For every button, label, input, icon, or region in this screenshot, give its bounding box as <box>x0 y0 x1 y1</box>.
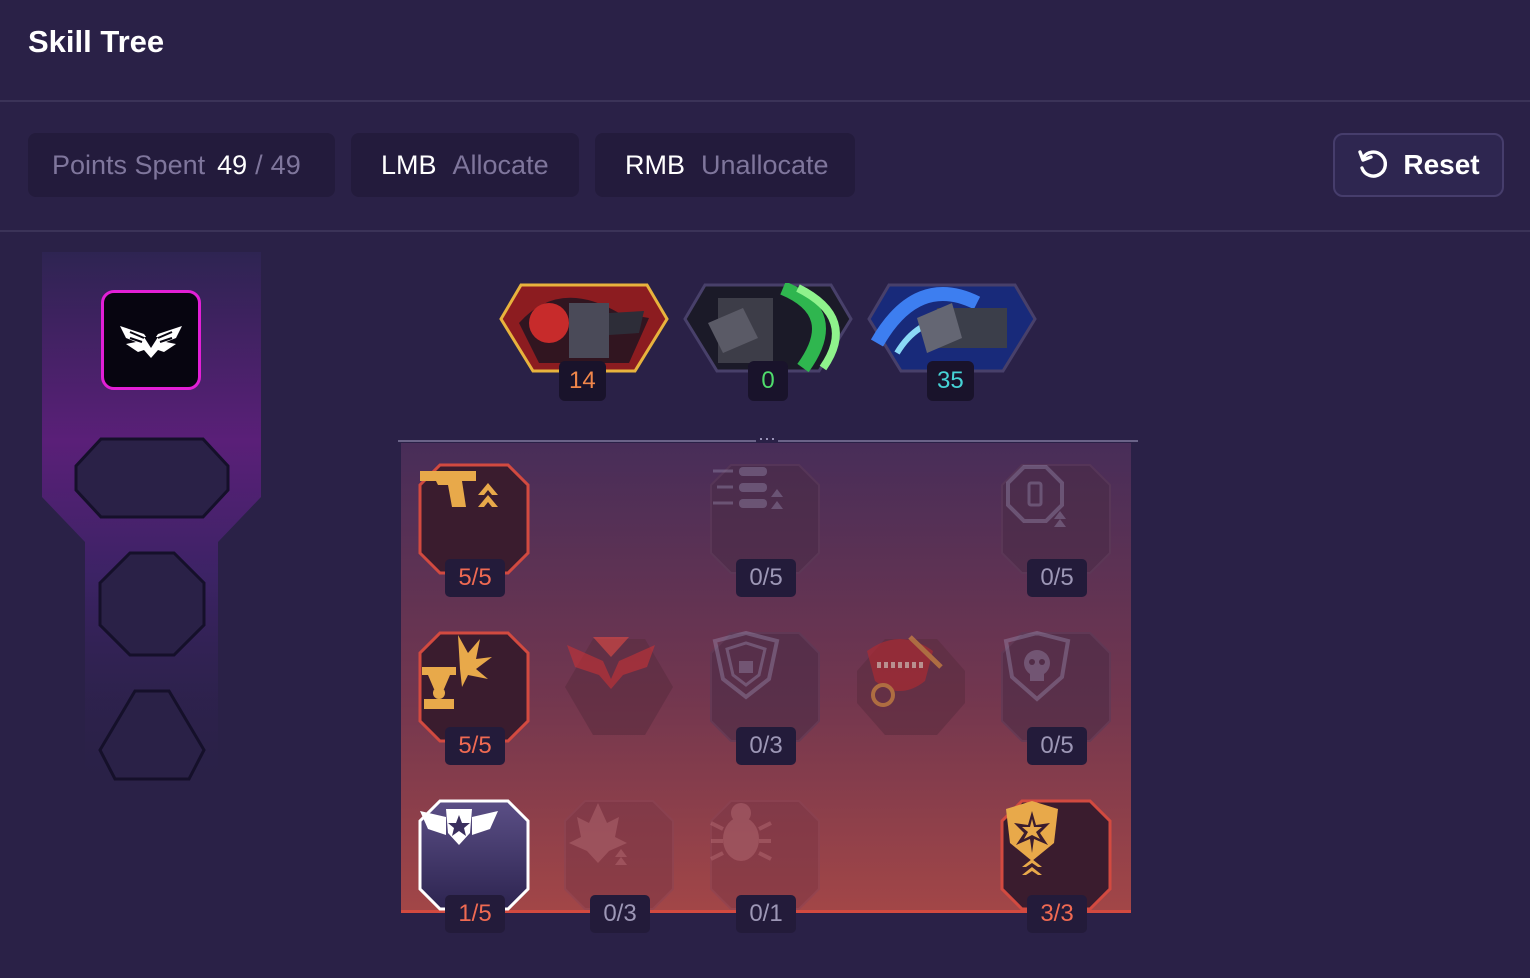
star-shield-icon <box>1006 801 1058 875</box>
points-total-value: 49 <box>270 149 301 180</box>
character-panel <box>0 232 300 978</box>
winged-star-icon <box>420 809 498 845</box>
skill-rank: 5/5 <box>445 559 505 597</box>
lmb-action: Allocate <box>452 149 549 180</box>
hero-portrait-blue[interactable] <box>867 283 1037 373</box>
explosion-trophy-icon <box>422 635 492 709</box>
skill-rank: 5/5 <box>445 727 505 765</box>
flame-icon <box>569 803 627 865</box>
reset-button[interactable]: Reset <box>1333 133 1504 197</box>
beetle-icon <box>710 803 772 861</box>
hero-portrait-green[interactable] <box>683 283 853 373</box>
hero-count-blue: 35 <box>927 361 974 401</box>
chomper-icon <box>867 635 943 707</box>
rmb-key: RMB <box>625 149 685 180</box>
pistol-icon <box>420 471 498 507</box>
winged-emblem-icon <box>120 326 182 358</box>
lmb-key: LMB <box>381 149 437 180</box>
skill-rank: 0/3 <box>590 895 650 933</box>
lmb-hint-chip: LMB Allocate <box>351 133 579 197</box>
points-spent-value: 49 <box>217 149 248 180</box>
bullets-icon <box>713 467 783 509</box>
skill-rank: 0/1 <box>736 895 796 933</box>
skull-shield-icon <box>1003 631 1071 702</box>
toolbar: Points Spent 49 / 49 LMB Allocate RMB Un… <box>0 102 1530 232</box>
skill-rank: 0/5 <box>1027 559 1087 597</box>
empty-slot-hexagon[interactable] <box>97 688 207 782</box>
chevron-emblem-icon <box>567 637 655 689</box>
empty-slot-octagon[interactable] <box>97 550 207 658</box>
skill-node-chomper[interactable] <box>855 631 967 743</box>
hero-count-green: 0 <box>748 361 788 401</box>
rmb-hint-chip: RMB Unallocate <box>595 133 855 197</box>
skill-rank: 3/3 <box>1027 895 1087 933</box>
skill-rank: 0/3 <box>736 727 796 765</box>
skill-rank: 1/5 <box>445 895 505 933</box>
character-portrait-slot[interactable] <box>101 290 201 390</box>
battery-shield-icon <box>1006 465 1066 527</box>
hero-count-red: 14 <box>559 361 606 401</box>
skill-rank: 0/5 <box>736 559 796 597</box>
reset-label: Reset <box>1403 149 1480 180</box>
empty-slot-wide[interactable] <box>73 436 231 520</box>
skill-rank: 0/5 <box>1027 727 1087 765</box>
points-separator: / <box>255 149 263 180</box>
reset-icon <box>1358 150 1388 178</box>
skill-node-chevron-emblem[interactable] <box>563 631 675 743</box>
rmb-action: Unallocate <box>701 149 829 180</box>
hero-portrait-red[interactable] <box>499 283 669 373</box>
page-title: Skill Tree <box>28 24 165 59</box>
title-bar: Skill Tree <box>0 0 1530 102</box>
shield-emblem-icon <box>712 631 780 700</box>
points-label: Points Spent <box>52 149 206 180</box>
points-spent-chip: Points Spent 49 / 49 <box>28 133 335 197</box>
